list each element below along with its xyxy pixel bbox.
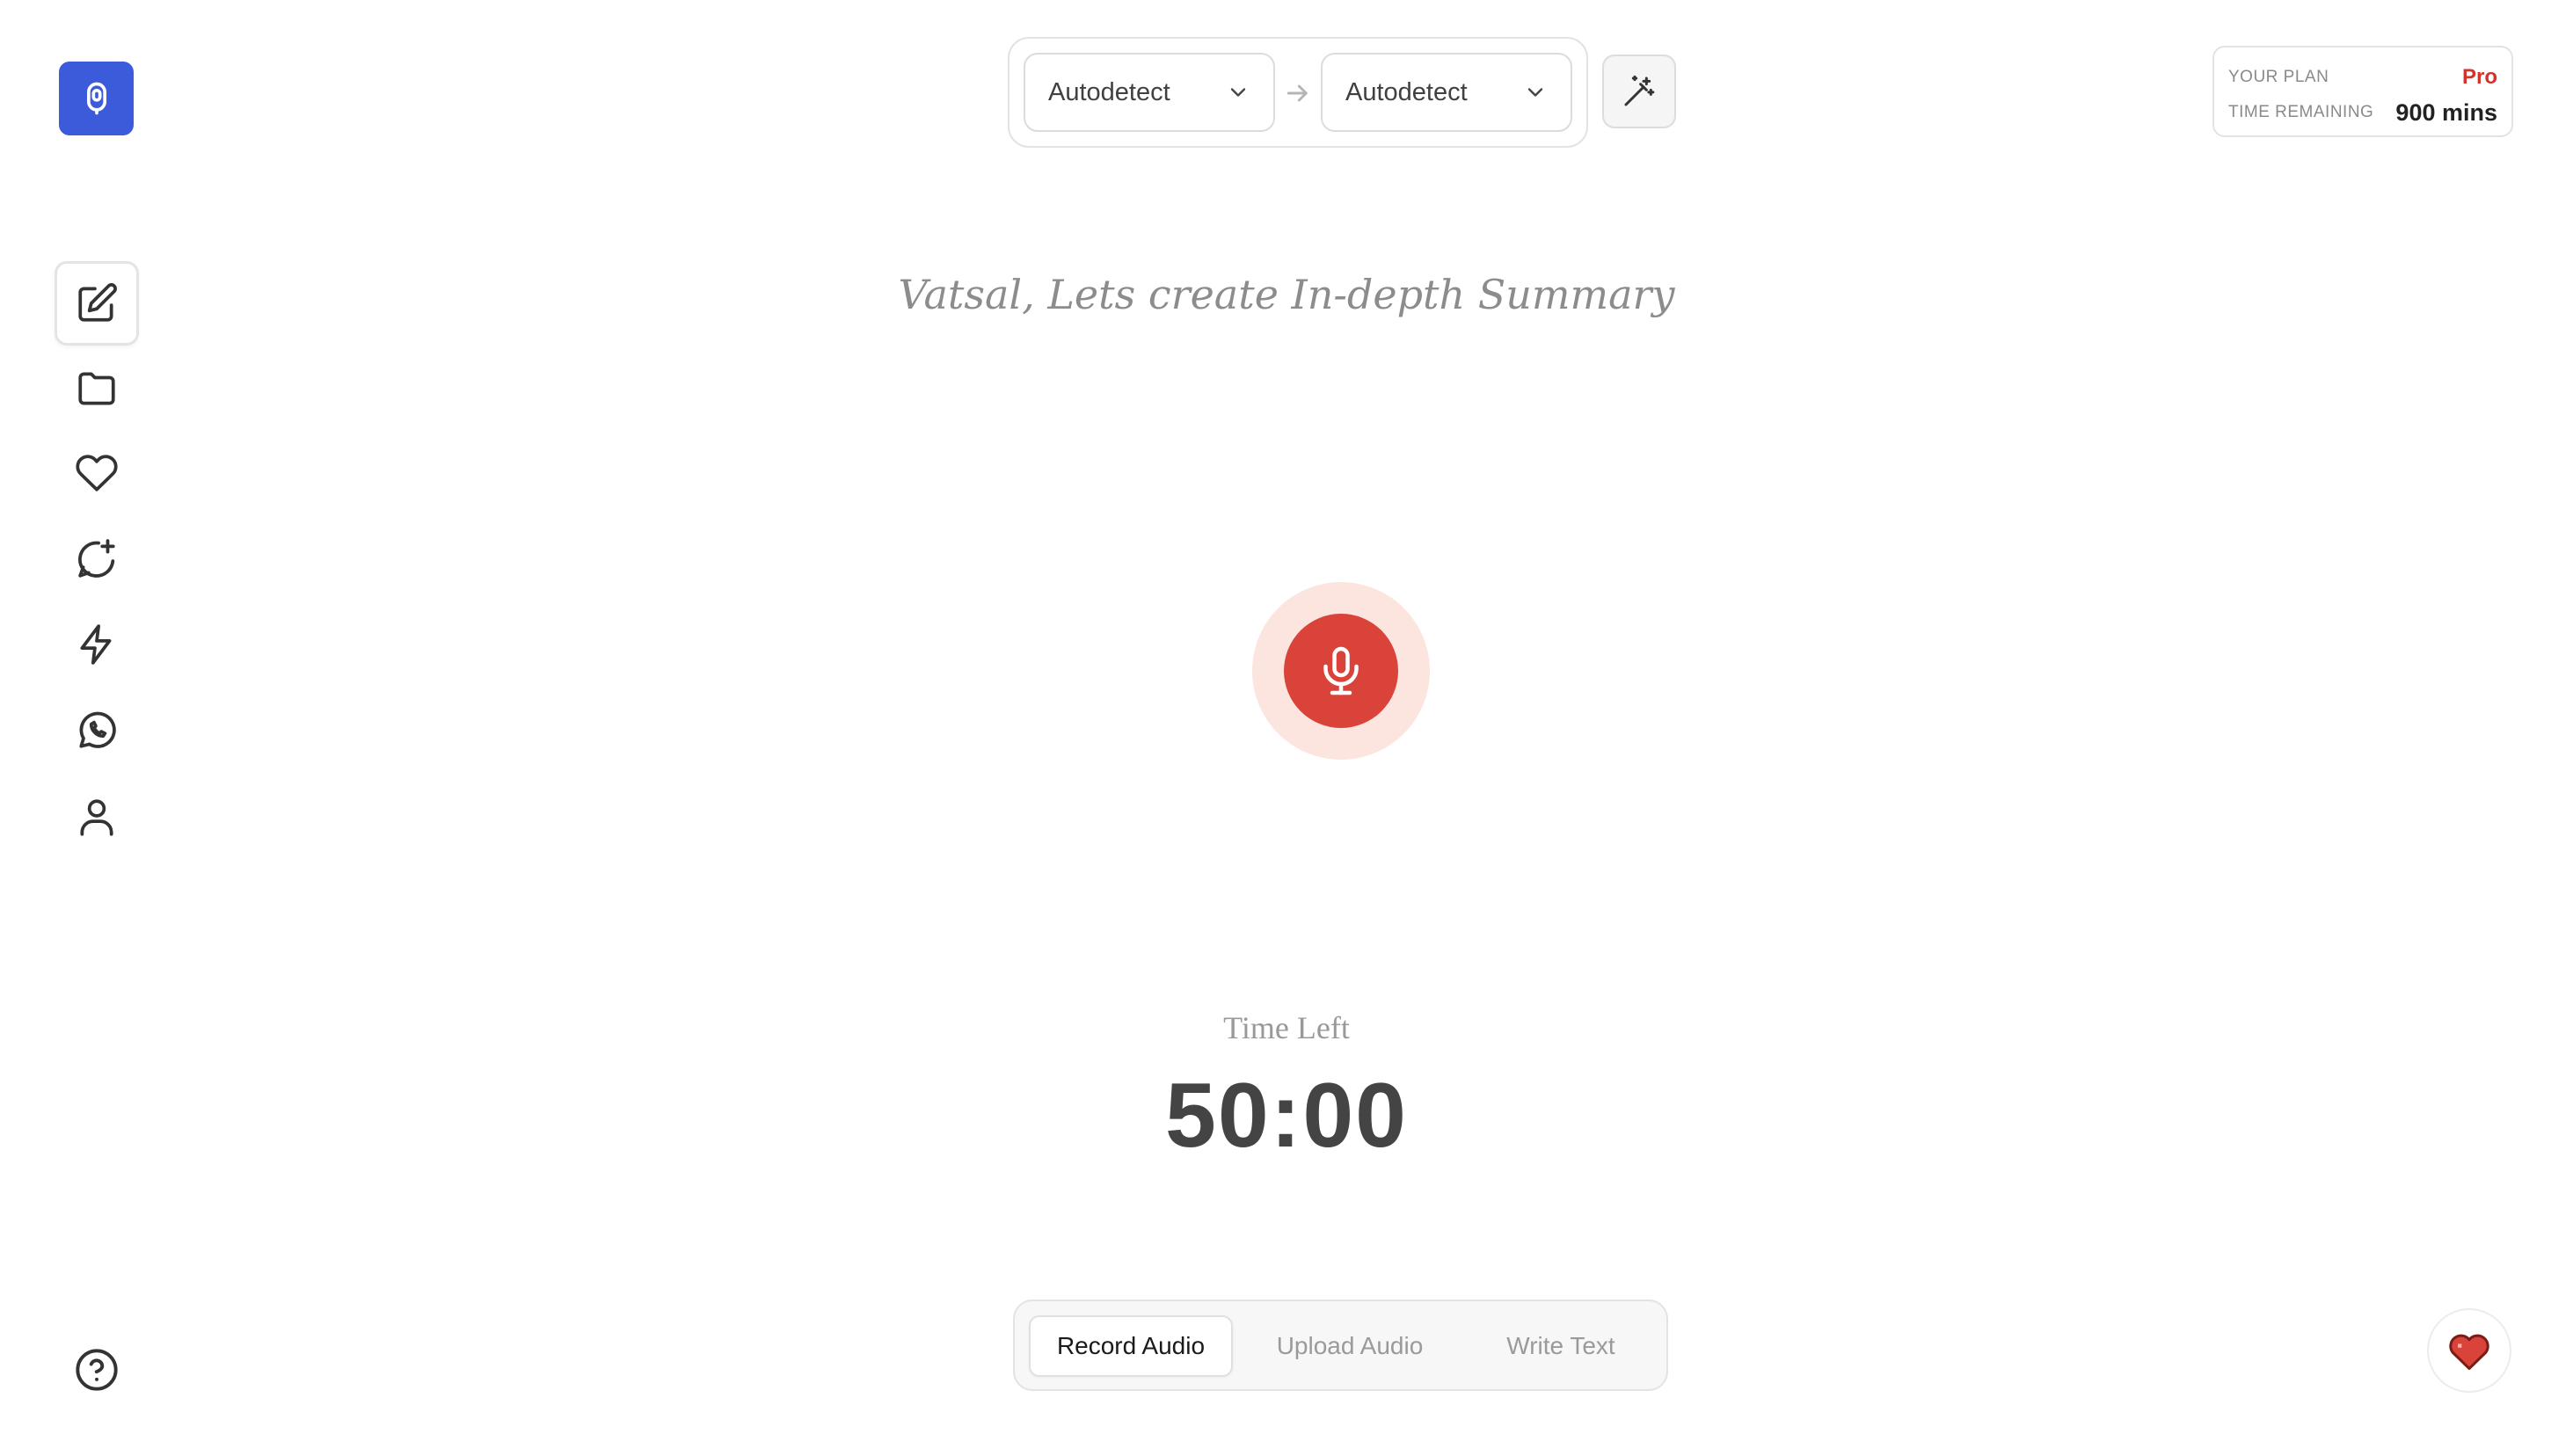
user-icon	[80, 799, 113, 836]
sidebar-item-ai-chat[interactable]	[55, 517, 139, 601]
record-button[interactable]	[1284, 614, 1398, 728]
input-mode-switch: Record Audio Upload Audio Write Text	[1013, 1299, 1668, 1391]
magic-wand-icon	[1624, 75, 1655, 106]
greeting-text: Vatsal, Lets create In-depth Summary	[898, 271, 1675, 318]
tab-upload-audio[interactable]: Upload Audio	[1245, 1315, 1454, 1377]
magic-wand-button[interactable]	[1602, 55, 1676, 128]
countdown-timer: 50:00	[1165, 1065, 1408, 1167]
time-remaining-value: 900 mins	[2395, 98, 2497, 126]
plan-card: YOUR PLAN Pro TIME REMAINING 900 mins	[2212, 46, 2513, 137]
pixel-heart-icon	[2449, 1334, 2489, 1371]
microphone-icon	[1323, 646, 1359, 695]
chevron-down-icon	[1523, 80, 1548, 105]
chat-sparkle-icon	[78, 539, 115, 578]
target-language-select[interactable]: Autodetect	[1321, 53, 1572, 132]
plan-label: YOUR PLAN	[2228, 68, 2329, 86]
source-language-select[interactable]: Autodetect	[1024, 53, 1275, 132]
sidebar-item-whatsapp[interactable]	[55, 688, 139, 773]
app-logo[interactable]	[59, 62, 134, 135]
language-selector: Autodetect Autodetect	[1008, 37, 1588, 148]
sidebar-item-quick-actions[interactable]	[55, 602, 139, 687]
lightning-icon	[80, 624, 112, 665]
folder-icon	[78, 372, 115, 405]
help-circle-icon	[76, 1349, 118, 1391]
time-left-label: Time Left	[1223, 1010, 1350, 1045]
help-button[interactable]	[72, 1345, 121, 1394]
heart-icon	[76, 455, 118, 491]
plan-name: Pro	[2461, 65, 2497, 89]
microphone-badge-icon	[86, 82, 106, 115]
sidebar-item-folders[interactable]	[55, 346, 139, 431]
chevron-down-icon	[1226, 80, 1250, 105]
sidebar-item-favorites[interactable]	[55, 431, 139, 515]
tab-record-audio[interactable]: Record Audio	[1029, 1315, 1233, 1377]
source-language-value: Autodetect	[1048, 77, 1170, 106]
feedback-heart-button[interactable]	[2427, 1308, 2511, 1393]
whatsapp-icon	[79, 711, 116, 748]
arrow-right-icon	[1286, 84, 1308, 102]
time-remaining-label: TIME REMAINING	[2228, 103, 2374, 121]
tab-write-text[interactable]: Write Text	[1467, 1315, 1655, 1377]
target-language-value: Autodetect	[1345, 77, 1468, 106]
sidebar-item-profile[interactable]	[55, 775, 139, 860]
